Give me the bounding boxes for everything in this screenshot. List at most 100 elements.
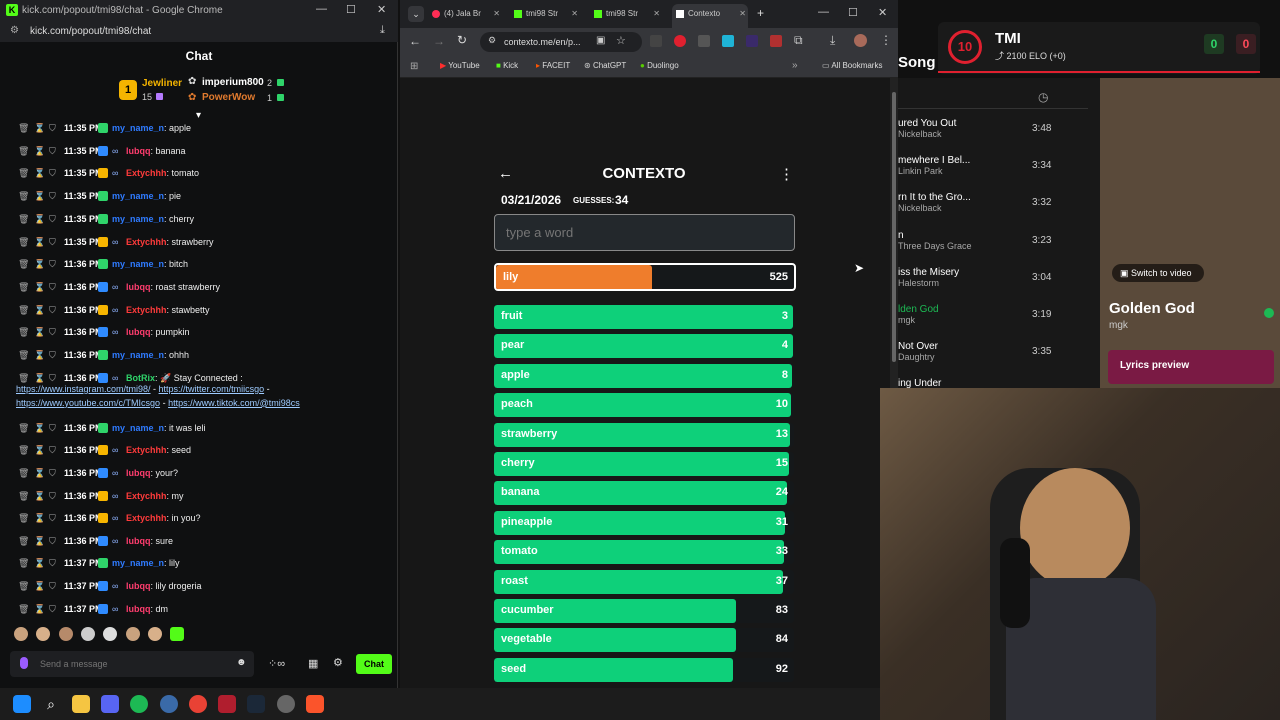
- maximize-icon[interactable]: ☐: [346, 3, 356, 16]
- trash-icon[interactable]: 🗑: [18, 552, 29, 574]
- trash-icon[interactable]: 🗑: [18, 507, 29, 529]
- bookmark-youtube[interactable]: ▶ YouTube: [440, 61, 480, 70]
- ban-icon[interactable]: ⛉: [49, 231, 56, 253]
- extension-icon[interactable]: [698, 35, 710, 47]
- bookmark-chatgpt[interactable]: ⊛ ChatGPT: [584, 61, 626, 70]
- trash-icon[interactable]: 🗑: [18, 575, 29, 597]
- timeout-icon[interactable]: ⌛: [34, 185, 45, 207]
- trash-icon[interactable]: 🗑: [18, 299, 29, 321]
- ban-icon[interactable]: ⛉: [49, 140, 56, 162]
- extension-icon[interactable]: [650, 35, 662, 47]
- extension-icon[interactable]: [770, 35, 782, 47]
- emote-icon[interactable]: [36, 627, 51, 641]
- site-settings-icon[interactable]: ⚙: [10, 25, 19, 36]
- close-tab-icon[interactable]: ✕: [739, 4, 746, 24]
- profile-avatar[interactable]: [854, 34, 867, 47]
- close-icon[interactable]: ✕: [377, 3, 386, 16]
- apps-grid-icon[interactable]: ⊞: [410, 61, 418, 72]
- timeout-icon[interactable]: ⌛: [34, 208, 45, 230]
- forward-icon[interactable]: →: [433, 34, 445, 48]
- chat-url-bar[interactable]: ⚙ kick.com/popout/tmi98/chat ⤓: [0, 22, 398, 42]
- trash-icon[interactable]: 🗑: [18, 462, 29, 484]
- emote-icon[interactable]: [58, 627, 73, 641]
- timeout-icon[interactable]: ⌛: [34, 140, 45, 162]
- message-input[interactable]: [40, 655, 220, 673]
- bookmark-kick[interactable]: ■ Kick: [496, 61, 518, 70]
- timeout-icon[interactable]: ⌛: [34, 598, 45, 620]
- trash-icon[interactable]: 🗑: [18, 276, 29, 298]
- song-row[interactable]: iss the Misery Halestorm 3:04: [898, 267, 1088, 288]
- microphone-icon[interactable]: [20, 657, 28, 669]
- ban-icon[interactable]: ⛉: [49, 117, 56, 139]
- trash-icon[interactable]: 🗑: [18, 321, 29, 343]
- message-username[interactable]: lubqq: [126, 468, 151, 478]
- trash-icon[interactable]: 🗑: [18, 162, 29, 184]
- ban-icon[interactable]: ⛉: [49, 462, 56, 484]
- tab-contexto[interactable]: Contexto ✕: [672, 4, 748, 28]
- trash-icon[interactable]: 🗑: [18, 117, 29, 139]
- bookmark-duolingo[interactable]: ● Duolingo: [640, 61, 679, 70]
- message-username[interactable]: lubqq: [126, 536, 151, 546]
- message-username[interactable]: my_name_n: [112, 259, 164, 269]
- instagram-link[interactable]: https://www.instagram.com/tmi98/: [16, 384, 151, 394]
- timeout-icon[interactable]: ⌛: [34, 253, 45, 275]
- trash-icon[interactable]: 🗑: [18, 530, 29, 552]
- extension-icon[interactable]: [674, 35, 686, 47]
- ban-icon[interactable]: ⛉: [49, 162, 56, 184]
- message-username[interactable]: lubqq: [126, 581, 151, 591]
- tab-kick-1[interactable]: tmi98 Str ✕: [514, 4, 580, 24]
- youtube-link[interactable]: https://www.youtube.com/c/TMIcsgo: [16, 398, 160, 408]
- tab-search-icon[interactable]: ⌄: [408, 6, 424, 22]
- trash-icon[interactable]: 🗑: [18, 231, 29, 253]
- scrollbar-thumb[interactable]: [892, 92, 896, 362]
- trash-icon[interactable]: 🗑: [18, 485, 29, 507]
- address-bar[interactable]: ⚙ contexto.me/en/p... ▣ ☆: [480, 32, 642, 52]
- message-username[interactable]: Extychhh: [126, 237, 167, 247]
- more-bookmarks-icon[interactable]: »: [792, 60, 798, 71]
- message-username[interactable]: my_name_n: [112, 350, 164, 360]
- download-icon[interactable]: ⤓: [830, 33, 835, 48]
- ban-icon[interactable]: ⛉: [49, 417, 56, 439]
- ban-icon[interactable]: ⛉: [49, 552, 56, 574]
- tab-kick-2[interactable]: tmi98 Str ✕: [594, 4, 662, 24]
- trash-icon[interactable]: 🗑: [18, 439, 29, 461]
- song-row[interactable]: ured You Out Nickelback 3:48: [898, 118, 1088, 139]
- trash-icon[interactable]: 🗑: [18, 253, 29, 275]
- ban-icon[interactable]: ⛉: [49, 276, 56, 298]
- message-username[interactable]: my_name_n: [112, 558, 164, 568]
- close-tab-icon[interactable]: ✕: [493, 4, 500, 24]
- extensions-puzzle-icon[interactable]: ⧉: [794, 33, 803, 48]
- message-username[interactable]: lubqq: [126, 604, 151, 614]
- emote-icon[interactable]: [125, 627, 140, 641]
- ban-icon[interactable]: ⛉: [49, 507, 56, 529]
- tab-youtube[interactable]: (4) Jala Br ✕: [432, 4, 502, 24]
- bookmark-faceit[interactable]: ▸ FACEIT: [536, 61, 570, 70]
- emote-icon[interactable]: [14, 627, 28, 641]
- bookmark-star-icon[interactable]: ☆: [616, 34, 626, 47]
- message-username[interactable]: lubqq: [126, 146, 151, 156]
- store-icon[interactable]: ▦: [308, 657, 318, 670]
- timeout-icon[interactable]: ⌛: [34, 117, 45, 139]
- emote-icon[interactable]: [103, 627, 118, 641]
- emote-icon[interactable]: [148, 627, 163, 641]
- tiktok-link[interactable]: https://www.tiktok.com/@tmi98cs: [168, 398, 300, 408]
- back-arrow-icon[interactable]: ←: [498, 165, 513, 182]
- timeout-icon[interactable]: ⌛: [34, 552, 45, 574]
- timeout-icon[interactable]: ⌛: [34, 507, 45, 529]
- message-username[interactable]: Extychhh: [126, 445, 167, 455]
- leader-second-name[interactable]: imperium800: [202, 77, 264, 88]
- timeout-icon[interactable]: ⌛: [34, 299, 45, 321]
- cast-icon[interactable]: ▣: [596, 35, 605, 46]
- message-username[interactable]: Extychhh: [126, 513, 167, 523]
- settings-icon[interactable]: ⚙: [333, 656, 343, 669]
- timeout-icon[interactable]: ⌛: [34, 575, 45, 597]
- ban-icon[interactable]: ⛉: [49, 485, 56, 507]
- trash-icon[interactable]: 🗑: [18, 140, 29, 162]
- brave-icon[interactable]: [306, 695, 324, 713]
- song-row[interactable]: rn It to the Gro... Nickelback 3:32: [898, 192, 1088, 213]
- lyrics-preview[interactable]: Lyrics preview: [1108, 350, 1274, 384]
- song-row[interactable]: mewhere I Bel... Linkin Park 3:34: [898, 155, 1088, 176]
- back-icon[interactable]: ←: [409, 34, 421, 48]
- minimize-icon[interactable]: —: [818, 6, 829, 18]
- close-tab-icon[interactable]: ✕: [571, 4, 578, 24]
